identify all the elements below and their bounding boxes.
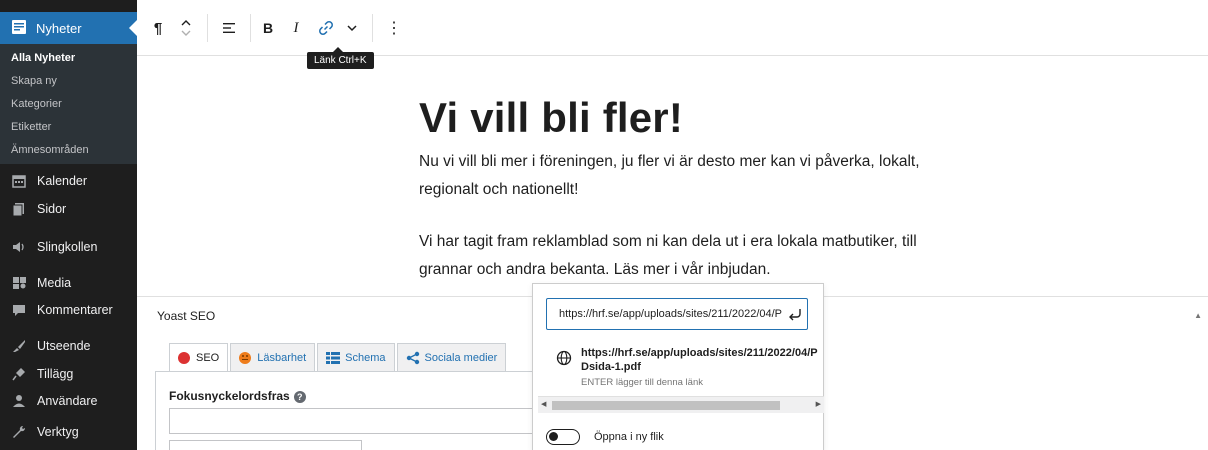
sidebar-item-label: Sidor	[37, 202, 67, 216]
toolbar-divider	[372, 14, 373, 42]
horizontal-scrollbar[interactable]: ◀ ▶	[538, 396, 824, 413]
share-icon	[406, 351, 419, 364]
paragraph-block[interactable]: Nu vi vill bli mer i föreningen, ju fler…	[419, 148, 939, 204]
bold-button[interactable]: B	[259, 16, 277, 40]
sidebar-item-label: Tillägg	[37, 367, 74, 381]
tab-lasbarhet[interactable]: Läsbarhet	[230, 343, 316, 371]
submenu: Alla Nyheter Skapa ny Kategorier Etikett…	[0, 44, 137, 164]
plugins-icon	[11, 366, 27, 382]
tab-label: Schema	[345, 351, 386, 364]
more-formatting-button[interactable]	[344, 16, 360, 40]
align-left-icon	[223, 23, 235, 33]
sidebar-item-label: Slingkollen	[37, 240, 98, 254]
sidebar-item-nyheter[interactable]: Nyheter	[0, 12, 137, 44]
sidebar-item-verktyg[interactable]: Verktyg	[0, 419, 137, 445]
schema-icon	[326, 351, 341, 364]
tab-sociala-medier[interactable]: Sociala medier	[396, 343, 507, 371]
tab-label: Läsbarhet	[257, 351, 307, 364]
scroll-right-icon[interactable]: ▶	[816, 400, 821, 408]
suggestion-hint: ENTER lägger till denna länk	[581, 377, 703, 388]
comments-icon	[11, 302, 27, 318]
paragraph-button[interactable]: ¶	[149, 16, 167, 40]
editor-screen: Nyheter Alla Nyheter Skapa ny Kategorier…	[0, 0, 1208, 450]
new-tab-toggle[interactable]	[546, 429, 580, 445]
globe-icon	[556, 350, 572, 366]
sidebar-item-kalender[interactable]: Kalender	[0, 168, 137, 194]
link-suggestion[interactable]: https://hrf.se/app/uploads/sites/211/202…	[546, 344, 825, 388]
link-icon	[319, 21, 333, 35]
calendar-icon	[11, 173, 27, 189]
toolbar-divider	[207, 14, 208, 42]
move-updown-button[interactable]	[177, 16, 195, 40]
admin-sidebar: Nyheter Alla Nyheter Skapa ny Kategorier…	[0, 0, 137, 450]
sidebar-item-label: Kalender	[37, 174, 88, 188]
paragraph-block[interactable]: Vi har tagit fram reklamblad som ni kan …	[419, 228, 919, 284]
focus-keyphrase-text: Fokusnyckelordsfras	[169, 389, 290, 403]
sidebar-item-anvandare[interactable]: Användare	[0, 388, 137, 414]
link-button[interactable]	[315, 16, 337, 40]
link-tooltip: Länk Ctrl+K	[307, 47, 374, 69]
scrollbar-thumb[interactable]	[552, 401, 780, 410]
sidebar-item-utseende[interactable]: Utseende	[0, 333, 137, 359]
url-input[interactable]: https://hrf.se/app/uploads/sites/211/202…	[546, 298, 808, 330]
submenu-item-alla-nyheter[interactable]: Alla Nyheter	[11, 52, 75, 64]
sidebar-item-kommentarer[interactable]: Kommentarer	[0, 297, 137, 323]
sidebar-item-tillagg[interactable]: Tillägg	[0, 361, 137, 387]
media-icon	[11, 275, 27, 291]
focus-keyphrase-label: Fokusnyckelordsfras?	[169, 389, 306, 403]
related-keyphrase-button[interactable]	[169, 440, 362, 450]
submit-link-button[interactable]	[785, 304, 805, 324]
sidebar-item-media[interactable]: Media	[0, 270, 137, 296]
help-icon[interactable]: ?	[293, 391, 306, 403]
enter-return-icon	[789, 309, 801, 321]
status-dot-icon	[178, 351, 190, 364]
yoast-tabs: SEO Läsbarhet Schema Sociala medier	[169, 343, 508, 371]
new-tab-label: Öppna i ny flik	[594, 431, 664, 443]
tab-label: Sociala medier	[424, 351, 498, 364]
chevron-updown-icon	[181, 20, 191, 36]
submenu-item-kategorier[interactable]: Kategorier	[11, 98, 62, 110]
appearance-icon	[11, 338, 27, 354]
sidebar-item-label: Användare	[37, 394, 98, 408]
sidebar-item-label: Kommentarer	[37, 303, 113, 317]
submenu-item-skapa-ny[interactable]: Skapa ny	[11, 75, 57, 87]
tools-icon	[11, 424, 27, 440]
yoast-panel-title[interactable]: Yoast SEO	[157, 309, 215, 323]
italic-button[interactable]: I	[289, 16, 303, 40]
open-in-new-tab-setting: Öppna i ny flik	[546, 429, 664, 445]
sidebar-item-label: Utseende	[37, 339, 91, 353]
submenu-item-etiketter[interactable]: Etiketter	[11, 121, 51, 133]
pages-icon	[11, 201, 27, 217]
toolbar-divider	[250, 14, 251, 42]
posts-icon	[11, 19, 27, 38]
post-title[interactable]: Vi vill bli fler!	[419, 94, 683, 142]
audio-icon	[11, 239, 27, 255]
tab-seo[interactable]: SEO	[169, 343, 229, 371]
tab-label: SEO	[196, 351, 220, 364]
chevron-down-icon	[347, 25, 357, 32]
sidebar-item-label: Media	[37, 276, 72, 290]
link-popover: https://hrf.se/app/uploads/sites/211/202…	[532, 283, 824, 450]
sidebar-item-label: Verktyg	[37, 425, 79, 439]
align-button[interactable]	[219, 16, 239, 40]
block-toolbar: ¶ B I ⋮	[137, 0, 1208, 56]
users-icon	[11, 393, 27, 409]
scroll-left-icon[interactable]: ◀	[541, 400, 546, 408]
collapse-arrow-icon[interactable]: ▲	[1194, 311, 1202, 320]
suggestion-url: https://hrf.se/app/uploads/sites/211/202…	[581, 347, 818, 373]
sidebar-item-sidor[interactable]: Sidor	[0, 196, 137, 222]
options-button[interactable]: ⋮	[386, 16, 402, 40]
sidebar-item-slingkollen[interactable]: Slingkollen	[0, 234, 137, 260]
sidebar-item-label: Nyheter	[36, 20, 82, 36]
smiley-icon	[239, 351, 252, 364]
submenu-item-amnesomraden[interactable]: Ämnesområden	[11, 144, 89, 156]
tab-schema[interactable]: Schema	[317, 343, 395, 371]
